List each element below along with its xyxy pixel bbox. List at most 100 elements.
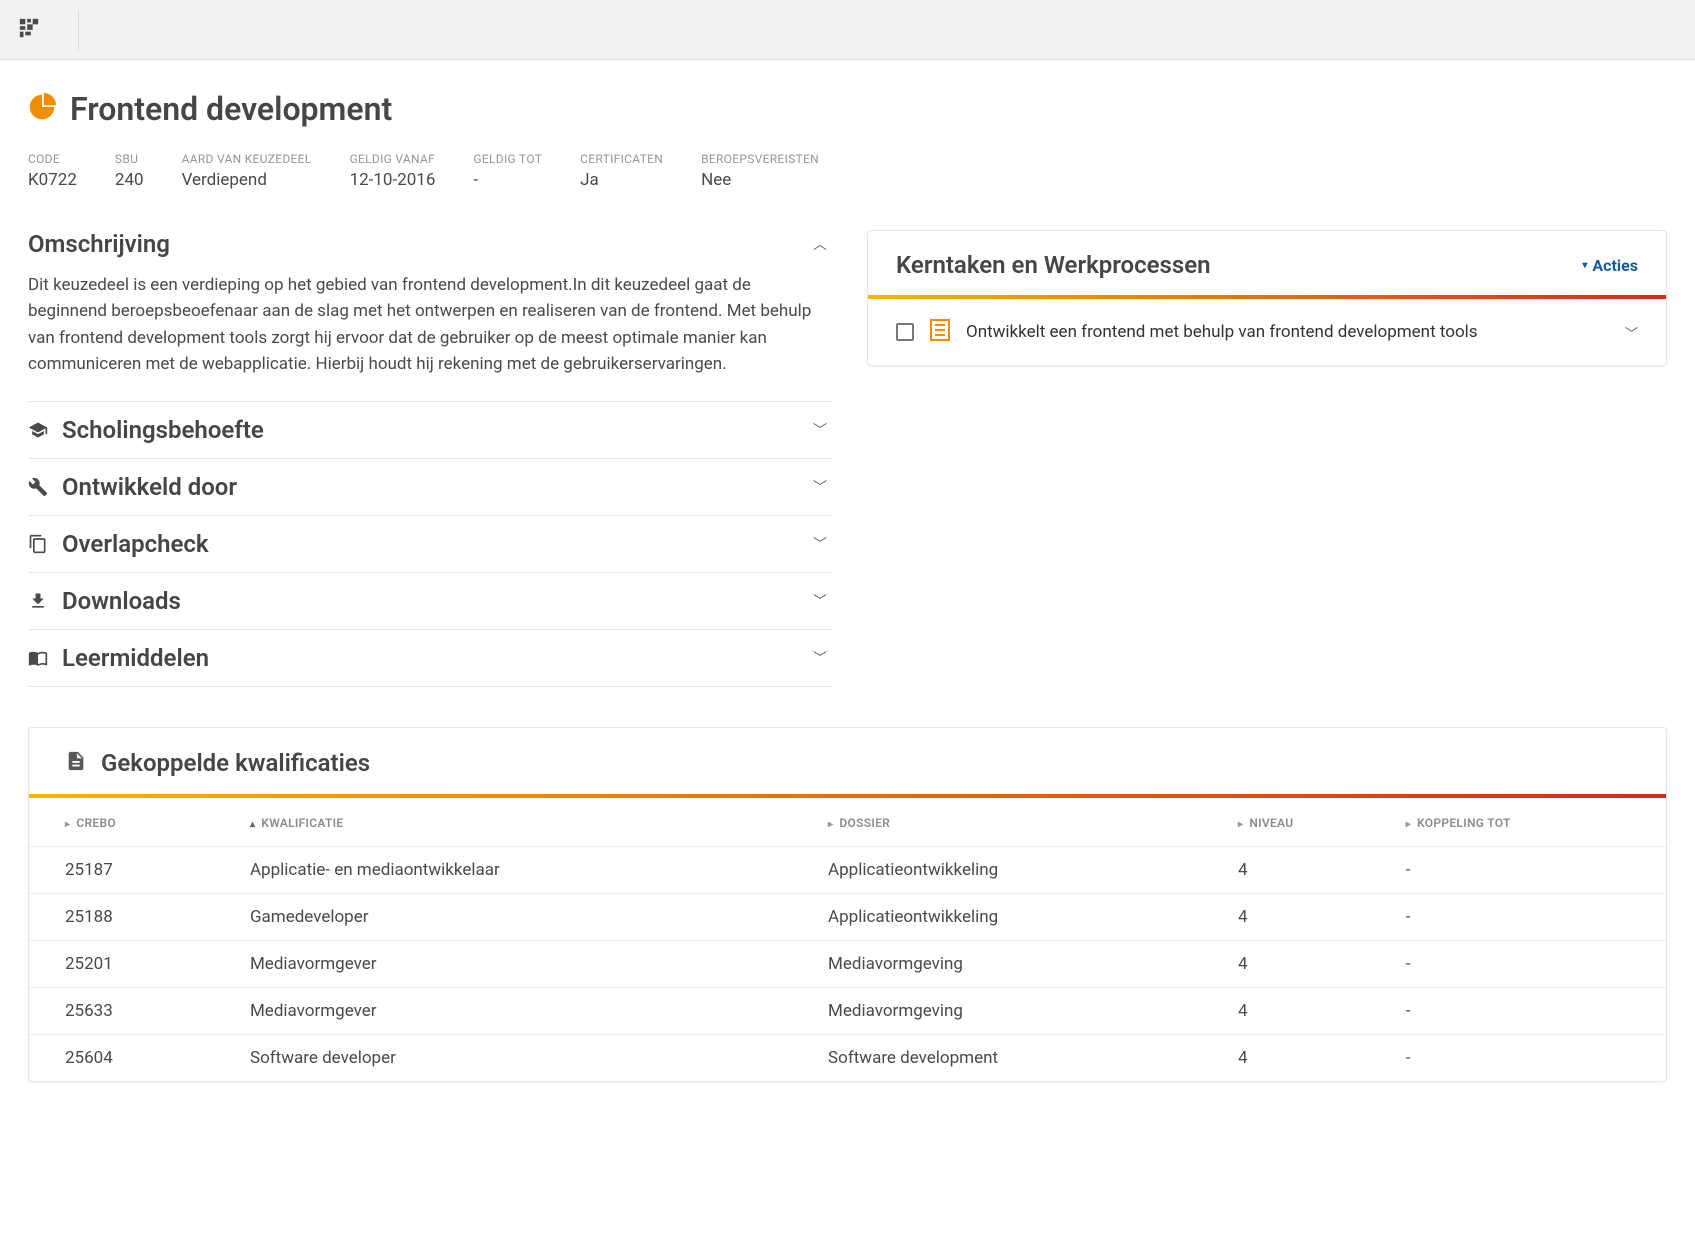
meta-value: 240 (115, 170, 144, 190)
meta-value: Nee (701, 170, 819, 190)
accordion-title: Downloads (62, 587, 799, 615)
cell-crebo: 25201 (29, 941, 238, 988)
caret-right-icon: ▸ (1406, 819, 1411, 830)
chevron-down-icon[interactable]: ﹀ (1625, 323, 1638, 342)
sort-asc-icon: ▴ (250, 819, 255, 830)
tasks-card: Kerntaken en Werkprocessen ▾ Acties Ontw… (867, 230, 1667, 366)
table-row[interactable]: 25633MediavormgeverMediavormgeving4- (29, 988, 1666, 1035)
meta-sbu: SBU 240 (115, 152, 144, 190)
list-icon (930, 319, 950, 345)
cell-crebo: 25633 (29, 988, 238, 1035)
caret-right-icon: ▸ (65, 819, 70, 830)
cell-niveau: 4 (1226, 1035, 1394, 1082)
accordion-overlapcheck: Overlapcheck ﹀ (28, 516, 833, 573)
table-row[interactable]: 25188GamedeveloperApplicatieontwikkeling… (29, 894, 1666, 941)
cell-dossier: Mediavormgeving (816, 941, 1226, 988)
cell-koppeling_tot: - (1394, 941, 1666, 988)
graduation-cap-icon (28, 420, 48, 440)
chevron-down-icon: ﹀ (813, 648, 827, 668)
cell-crebo: 25187 (29, 847, 238, 894)
caret-right-icon: ▸ (1238, 819, 1243, 830)
col-kwalificatie[interactable]: ▴KWALIFICATIE (238, 798, 816, 847)
meta-label: SBU (115, 152, 144, 166)
cell-kwalificatie: Gamedeveloper (238, 894, 816, 941)
col-niveau[interactable]: ▸NIVEAU (1226, 798, 1394, 847)
cell-crebo: 25188 (29, 894, 238, 941)
copy-icon (28, 534, 48, 554)
meta-value: K0722 (28, 170, 77, 190)
cell-kwalificatie: Software developer (238, 1035, 816, 1082)
accordion-scholingsbehoefte: Scholingsbehoefte ﹀ (28, 402, 833, 459)
cell-koppeling_tot: - (1394, 1035, 1666, 1082)
pie-chart-icon (28, 93, 56, 125)
cell-koppeling_tot: - (1394, 894, 1666, 941)
meta-label: GELDIG TOT (473, 152, 542, 166)
cell-dossier: Applicatieontwikkeling (816, 894, 1226, 941)
accordion-downloads: Downloads ﹀ (28, 573, 833, 630)
cell-niveau: 4 (1226, 988, 1394, 1035)
apps-grid-icon[interactable] (18, 17, 40, 43)
cell-niveau: 4 (1226, 894, 1394, 941)
cell-dossier: Applicatieontwikkeling (816, 847, 1226, 894)
accordion-body-omschrijving: Dit keuzedeel is een verdieping op het g… (28, 272, 833, 401)
accordion-title: Leermiddelen (62, 644, 799, 672)
cell-kwalificatie: Applicatie- en mediaontwikkelaar (238, 847, 816, 894)
kwalificaties-title: Gekoppelde kwalificaties (101, 749, 370, 777)
tools-icon (28, 477, 48, 497)
chevron-up-icon: ︿ (813, 234, 827, 254)
accordion-title: Omschrijving (28, 230, 799, 258)
meta-beroepsvereisten: BEROEPSVEREISTEN Nee (701, 152, 819, 190)
cell-kwalificatie: Mediavormgever (238, 988, 816, 1035)
cell-dossier: Mediavormgeving (816, 988, 1226, 1035)
cell-niveau: 4 (1226, 847, 1394, 894)
page-header: Frontend development (28, 90, 1667, 128)
accordion-toggle-ontwikkeld-door[interactable]: Ontwikkeld door ﹀ (28, 459, 833, 515)
chevron-down-icon: ﹀ (813, 591, 827, 611)
accordion-toggle-downloads[interactable]: Downloads ﹀ (28, 573, 833, 629)
chevron-down-icon: ﹀ (813, 477, 827, 497)
meta-value: 12-10-2016 (350, 170, 436, 190)
table-row[interactable]: 25604Software developerSoftware developm… (29, 1035, 1666, 1082)
meta-certificaten: CERTIFICATEN Ja (580, 152, 663, 190)
accordion-toggle-omschrijving[interactable]: Omschrijving ︿ (28, 230, 833, 272)
meta-geldig-tot: GELDIG TOT - (473, 152, 542, 190)
caret-down-icon: ▾ (1582, 260, 1587, 271)
accordion-toggle-overlapcheck[interactable]: Overlapcheck ﹀ (28, 516, 833, 572)
accordion-title: Ontwikkeld door (62, 473, 799, 501)
col-dossier[interactable]: ▸DOSSIER (816, 798, 1226, 847)
table-row[interactable]: 25201MediavormgeverMediavormgeving4- (29, 941, 1666, 988)
accordion-toggle-leermiddelen[interactable]: Leermiddelen ﹀ (28, 630, 833, 686)
meta-geldig-vanaf: GELDIG VANAF 12-10-2016 (350, 152, 436, 190)
task-text: Ontwikkelt een frontend met behulp van f… (966, 322, 1609, 342)
kwalificaties-header: Gekoppelde kwalificaties (29, 728, 1666, 794)
acties-dropdown[interactable]: ▾ Acties (1582, 256, 1638, 275)
meta-aard: AARD VAN KEUZEDEEL Verdiepend (182, 152, 312, 190)
meta-label: GELDIG VANAF (350, 152, 436, 166)
tasks-card-title: Kerntaken en Werkprocessen (896, 251, 1211, 279)
task-checkbox[interactable] (896, 323, 914, 341)
meta-code: CODE K0722 (28, 152, 77, 190)
meta-label: AARD VAN KEUZEDEEL (182, 152, 312, 166)
col-koppeling-tot[interactable]: ▸KOPPELING TOT (1394, 798, 1666, 847)
meta-value: Ja (580, 170, 663, 190)
cell-dossier: Software development (816, 1035, 1226, 1082)
col-crebo[interactable]: ▸CREBO (29, 798, 238, 847)
top-bar (0, 0, 1695, 60)
table-row[interactable]: 25187Applicatie- en mediaontwikkelaarApp… (29, 847, 1666, 894)
meta-label: CERTIFICATEN (580, 152, 663, 166)
task-row[interactable]: Ontwikkelt een frontend met behulp van f… (868, 299, 1666, 365)
cell-crebo: 25604 (29, 1035, 238, 1082)
chevron-down-icon: ﹀ (813, 420, 827, 440)
book-icon (28, 648, 48, 668)
meta-value: Verdiepend (182, 170, 312, 190)
accordion-toggle-scholingsbehoefte[interactable]: Scholingsbehoefte ﹀ (28, 402, 833, 458)
page-title: Frontend development (70, 90, 392, 128)
cell-kwalificatie: Mediavormgever (238, 941, 816, 988)
cell-niveau: 4 (1226, 941, 1394, 988)
kwalificaties-table: ▸CREBO ▴KWALIFICATIE ▸DOSSIER ▸NIVEAU ▸K… (29, 798, 1666, 1081)
accordion-leermiddelen: Leermiddelen ﹀ (28, 630, 833, 687)
meta-label: BEROEPSVEREISTEN (701, 152, 819, 166)
chevron-down-icon: ﹀ (813, 534, 827, 554)
acties-label: Acties (1592, 256, 1638, 275)
kwalificaties-card: Gekoppelde kwalificaties ▸CREBO ▴KWALIFI… (28, 727, 1667, 1082)
